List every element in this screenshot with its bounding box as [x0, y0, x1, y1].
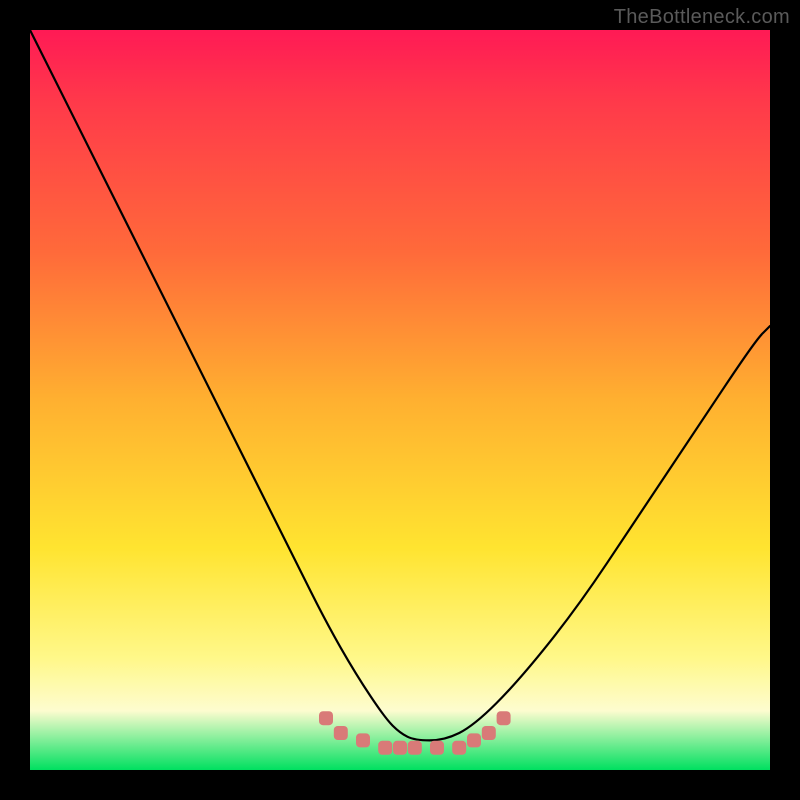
chart-svg	[30, 30, 770, 770]
bottom-marker	[378, 741, 392, 755]
bottom-marker	[356, 733, 370, 747]
plot-area	[30, 30, 770, 770]
bottom-marker	[408, 741, 422, 755]
bottom-marker	[467, 733, 481, 747]
bottom-marker	[482, 726, 496, 740]
bottom-marker	[334, 726, 348, 740]
bottom-marker	[430, 741, 444, 755]
bottom-marker	[319, 711, 333, 725]
bottom-marker	[452, 741, 466, 755]
bottleneck-curve	[30, 30, 770, 740]
bottom-marker	[497, 711, 511, 725]
chart-frame: TheBottleneck.com	[0, 0, 800, 800]
bottom-marker	[393, 741, 407, 755]
watermark-text: TheBottleneck.com	[614, 6, 790, 29]
